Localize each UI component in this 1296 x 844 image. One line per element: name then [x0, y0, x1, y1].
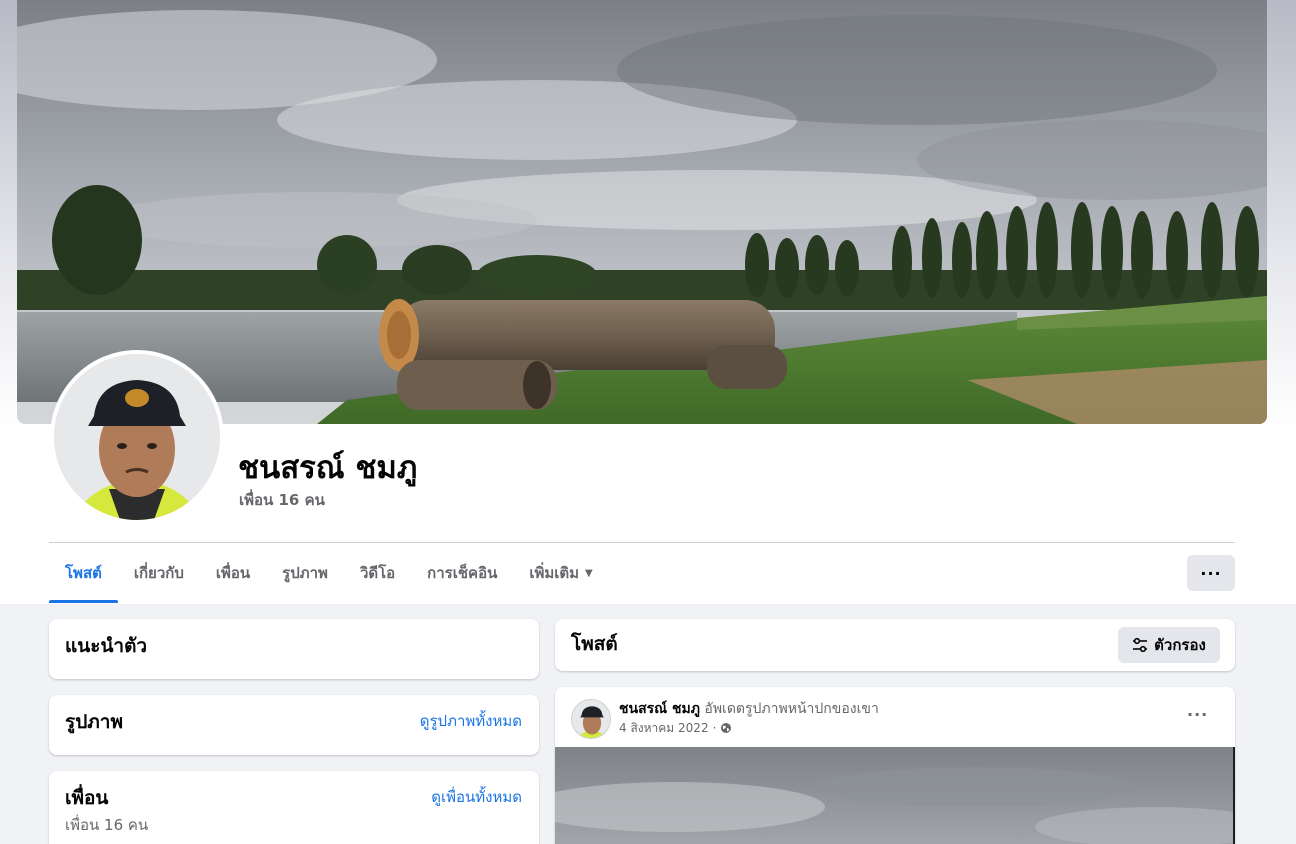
- post-date[interactable]: 4 สิงหาคม 2022: [619, 720, 709, 736]
- filter-button[interactable]: ตัวกรอง: [1118, 627, 1220, 663]
- tab-checkins-label: การเช็คอิน: [427, 564, 498, 582]
- globe-icon: [721, 723, 732, 733]
- see-all-friends-link[interactable]: ดูเพื่อนทั้งหมด: [431, 787, 522, 807]
- tab-photos[interactable]: รูปภาพ: [266, 543, 344, 603]
- post-image-sky: [555, 747, 1235, 844]
- post-card: ชนสรณ์ ชมภู อัพเดตรูปภาพหน้าปกของเขา 4 ส…: [555, 687, 1235, 844]
- tab-posts-label: โพสต์: [65, 564, 102, 582]
- caret-down-icon: ▼: [585, 567, 593, 579]
- post-author-name[interactable]: ชนสรณ์ ชมภู: [619, 701, 700, 717]
- filter-sliders-icon: [1133, 638, 1148, 652]
- intro-card: แนะนำตัว: [49, 619, 539, 679]
- post-options-button[interactable]: ···: [1187, 705, 1208, 724]
- tab-posts[interactable]: โพสต์: [49, 543, 118, 603]
- tab-videos-label: วิดีโอ: [359, 564, 396, 582]
- post-image[interactable]: [555, 747, 1235, 844]
- posts-header-card: โพสต์ ตัวกรอง: [555, 619, 1235, 671]
- profile-header: ชนสรณ์ ชมภู เพื่อน 16 คน โพสต์ เกี่ยวกับ…: [0, 0, 1296, 604]
- post-options-dots-icon: ···: [1187, 705, 1209, 724]
- photos-title: รูปภาพ: [65, 711, 123, 733]
- profile-avatar[interactable]: [50, 350, 224, 524]
- posts-title: โพสต์: [571, 633, 618, 655]
- friends-card-count: เพื่อน 16 คน: [65, 816, 149, 834]
- tab-friends[interactable]: เพื่อน: [200, 543, 266, 603]
- tab-about[interactable]: เกี่ยวกับ: [118, 543, 200, 603]
- profile-name: ชนสรณ์ ชมภู: [238, 450, 418, 486]
- tab-about-label: เกี่ยวกับ: [133, 564, 184, 582]
- see-all-photos-link[interactable]: ดูรูปภาพทั้งหมด: [420, 711, 522, 731]
- cover-photo[interactable]: [17, 0, 1267, 424]
- post-meta: 4 สิงหาคม 2022 ·: [619, 720, 732, 736]
- post-meta-separator: ·: [712, 721, 717, 735]
- profile-avatar-image: [54, 354, 220, 520]
- photos-card: รูปภาพ ดูรูปภาพทั้งหมด: [49, 695, 539, 755]
- friends-card: เพื่อน ดูเพื่อนทั้งหมด เพื่อน 16 คน: [49, 771, 539, 844]
- tab-photos-label: รูปภาพ: [282, 564, 328, 582]
- tab-friends-label: เพื่อน: [215, 564, 251, 582]
- tab-videos[interactable]: วิดีโอ: [344, 543, 411, 603]
- post-author-avatar-image: [572, 700, 610, 738]
- post-header-line: ชนสรณ์ ชมภู อัพเดตรูปภาพหน้าปกของเขา: [619, 699, 879, 719]
- more-dots-icon: ···: [1200, 563, 1222, 583]
- profile-tabs: โพสต์ เกี่ยวกับ เพื่อน รูปภาพ วิดีโอ การ…: [49, 543, 609, 603]
- friends-title: เพื่อน: [65, 787, 109, 809]
- post-action-text: อัพเดตรูปภาพหน้าปกของเขา: [704, 701, 879, 717]
- cover-photo-image: [17, 0, 1267, 424]
- tab-more-label: เพิ่มเติม: [529, 564, 580, 582]
- intro-title: แนะนำตัว: [65, 635, 148, 657]
- tab-checkins[interactable]: การเช็คอิน: [411, 543, 513, 603]
- post-author-avatar[interactable]: [571, 699, 611, 739]
- profile-more-button[interactable]: ···: [1187, 555, 1235, 591]
- filter-label: ตัวกรอง: [1154, 636, 1206, 654]
- profile-friends-count[interactable]: เพื่อน 16 คน: [239, 490, 325, 510]
- tab-more[interactable]: เพิ่มเติม ▼: [513, 543, 608, 603]
